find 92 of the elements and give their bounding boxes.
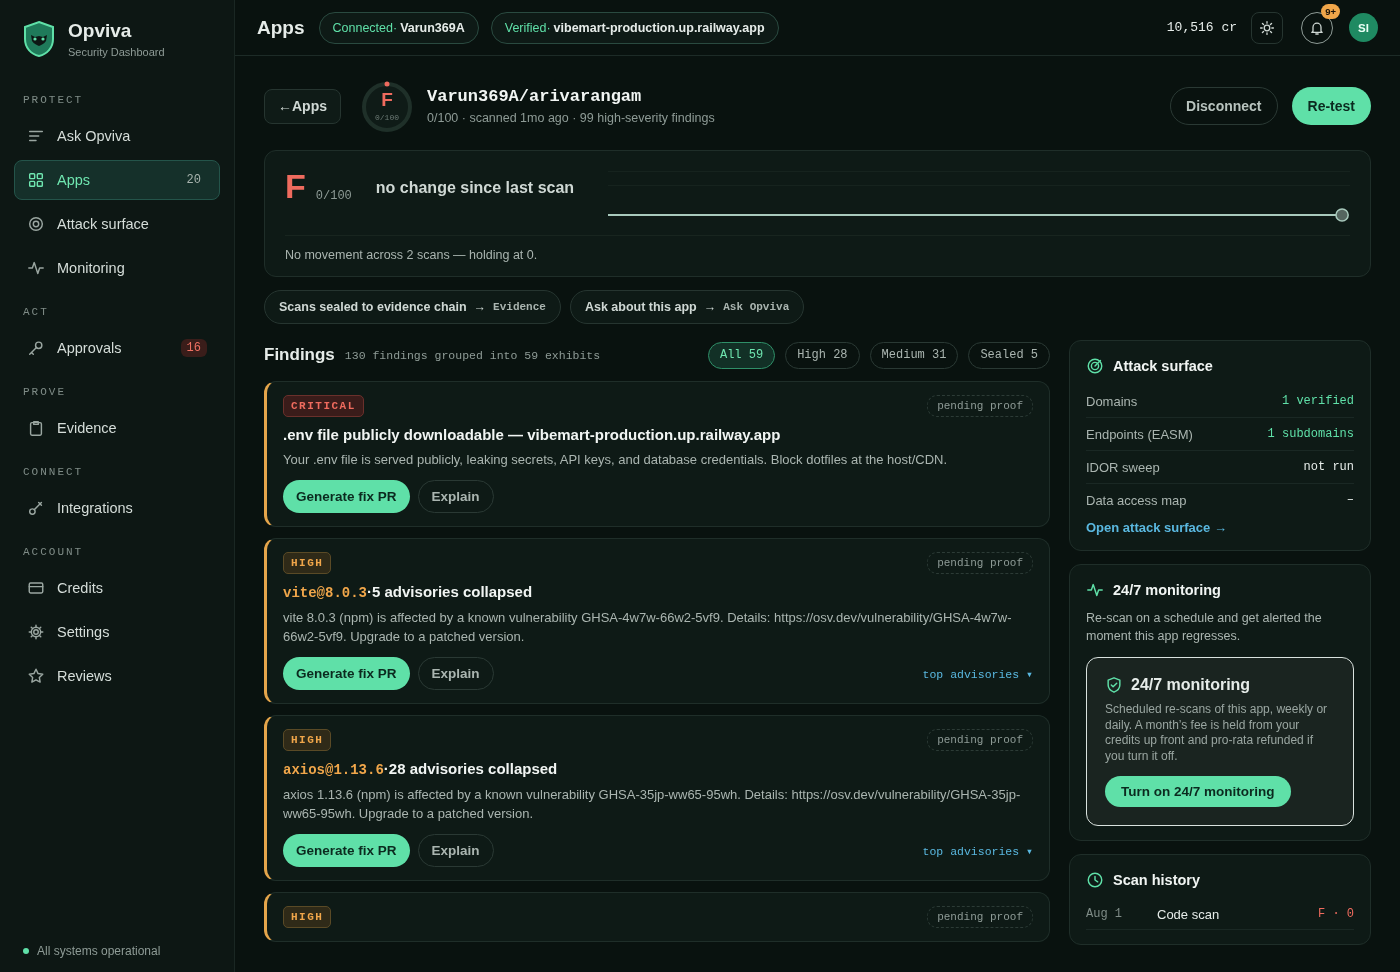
section-heading: PROTECT	[23, 94, 85, 106]
nav-item[interactable]: Attack surface	[14, 204, 220, 244]
severity-badge: HIGH	[283, 552, 332, 574]
row-value: 1 verified	[1282, 394, 1354, 408]
trend-headline: no change since last scan	[375, 179, 576, 197]
section-heading: CONNECT	[23, 466, 85, 478]
advisories-link[interactable]: top advisories ▾	[922, 666, 1033, 681]
page-title: Apps	[257, 16, 305, 39]
severity-badge: HIGH	[283, 906, 332, 928]
brand-subtitle: Security Dashboard	[68, 46, 165, 58]
panel-title: Attack surface	[1113, 358, 1213, 374]
severity-badge: HIGH	[283, 729, 332, 751]
nav-item[interactable]: Monitoring	[14, 248, 220, 288]
card-title: 24/7 monitoring	[1131, 676, 1251, 694]
severity-badge: CRITICAL	[283, 395, 364, 417]
row-label: IDOR sweep	[1086, 459, 1160, 475]
status-chip: Connected· Varun369A	[318, 11, 479, 44]
generate-fix-button[interactable]: Generate fix PR	[283, 480, 410, 513]
pulse-icon	[27, 259, 45, 277]
repo-name: Varun369A/arivarangam	[427, 87, 643, 106]
clipboard-icon	[27, 419, 45, 437]
nav-item[interactable]: Evidence	[14, 408, 220, 448]
shortcut-link[interactable]: Scans sealed to evidence chain → Evidence	[264, 290, 561, 324]
grid-icon	[27, 171, 45, 189]
shield-check-icon	[1105, 676, 1123, 694]
status-dot	[23, 948, 29, 954]
finding-description: Your .env file is served publicly, leaking secrets, API keys, and database credentials. Block dotfiles at the host/CDN.	[283, 451, 949, 469]
row-label: Data access map	[1086, 492, 1187, 508]
card-description: Scheduled re-scans of this app, weekly or daily. A month’s fee is held from your credits up front and pro-rata refunded if you turn it off.	[1105, 702, 1329, 764]
key-icon	[27, 339, 45, 357]
panel-title: Scan history	[1113, 872, 1201, 888]
nav-item[interactable]: Ask Opviva	[14, 116, 220, 156]
section-heading: PROVE	[23, 386, 67, 398]
findings-summary: 130 findings grouped into 59 exhibits	[344, 348, 601, 362]
section-heading: ACCOUNT	[23, 546, 85, 558]
radar-icon	[1086, 357, 1104, 375]
clock-icon	[1086, 871, 1104, 889]
sun-icon	[1259, 19, 1275, 36]
brand-name: Opviva	[68, 20, 133, 42]
finding-title: .env file publicly downloadable — vibemart-production.up.railway.app	[283, 426, 782, 443]
panel-description: Re-scan on a schedule and get alerted the moment this app regresses.	[1086, 610, 1323, 645]
section-title: Findings	[264, 345, 335, 365]
repo-meta: 0/100 · scanned 1mo ago · 99 high-severity findings	[427, 111, 715, 125]
status-text: All systems operational	[37, 944, 161, 958]
credit-balance: 10,516 cr	[1166, 20, 1237, 35]
nav-item[interactable]: Integrations	[14, 488, 220, 528]
grade-letter: F	[285, 169, 306, 203]
section-heading: ACT	[23, 306, 50, 318]
grade-score: 0/100	[315, 189, 352, 203]
finding-description: axios 1.13.6 (npm) is affected by a known vulnerability GHSA-35jp-ww65-95wh. Details: https://osv.dev/vulnerability/GHSA-35jp-ww65-95wh. Upgrade to a patched version.	[283, 786, 1022, 823]
row-value: –	[1346, 493, 1354, 507]
grade-score: 0/100	[374, 113, 400, 122]
nav-item[interactable]: Credits	[14, 568, 220, 608]
scan-date: Aug 1	[1086, 907, 1123, 921]
advisories-link[interactable]: top advisories ▾	[922, 843, 1033, 858]
back-button[interactable]: ←Apps	[264, 88, 341, 124]
enable-monitoring-button[interactable]: Turn on 24/7 monitoring	[1105, 776, 1291, 807]
finding-description: vite 8.0.3 (npm) is affected by a known vulnerability GHSA-4w7w-66w2-5vf9. Details: https://osv.dev/vulnerability/GHSA-4w7w-66w2-5vf9. Upgrade to a patched version.	[283, 609, 1013, 646]
generate-fix-button[interactable]: Generate fix PR	[283, 834, 410, 867]
item-count: 16	[180, 339, 207, 357]
notification-badge: 9+	[1321, 3, 1340, 19]
nav-item[interactable]: Settings	[14, 612, 220, 652]
nav-item[interactable]: Apps 20	[14, 160, 220, 200]
status-chip: Verified· vibemart-production.up.railway.app	[490, 11, 779, 44]
shortcut-link[interactable]: Ask about this app → Ask Opviva	[569, 290, 805, 324]
nav-item[interactable]: Reviews	[14, 656, 220, 696]
scan-result: F · 0	[1318, 907, 1354, 921]
star-icon	[27, 667, 45, 685]
item-count: 20	[185, 172, 202, 189]
row-value: not run	[1303, 460, 1354, 474]
score-ring	[361, 80, 413, 132]
grade-letter: F	[380, 89, 394, 111]
row-label: Domains	[1086, 393, 1138, 409]
panel-title: 24/7 monitoring	[1113, 582, 1221, 598]
finding-title: vite@8.0.3·5 advisories collapsed	[283, 583, 534, 601]
user-avatar[interactable]: SI	[1349, 13, 1378, 42]
retest-button[interactable]: Re-test	[1291, 87, 1371, 125]
attack-surface-link[interactable]: Open attack surface →	[1086, 520, 1227, 535]
generate-fix-button[interactable]: Generate fix PR	[283, 657, 410, 690]
pulse-icon	[1086, 581, 1104, 599]
finding-title: axios@1.13.6·28 advisories collapsed	[283, 760, 559, 778]
trend-note: No movement across 2 scans — holding at 0.	[285, 235, 1350, 262]
row-label: Endpoints (EASM)	[1086, 426, 1193, 442]
owl-shield-logo	[22, 20, 56, 58]
row-value: 1 subdomains	[1267, 427, 1354, 441]
filter-chip[interactable]: All 59	[707, 341, 776, 369]
gear-icon	[27, 623, 45, 641]
card-icon	[27, 579, 45, 597]
scan-type: Code scan	[1157, 906, 1221, 922]
target-icon	[27, 215, 45, 233]
nav-item[interactable]: Approvals 16	[14, 328, 220, 368]
theme-toggle[interactable]	[1251, 11, 1283, 44]
